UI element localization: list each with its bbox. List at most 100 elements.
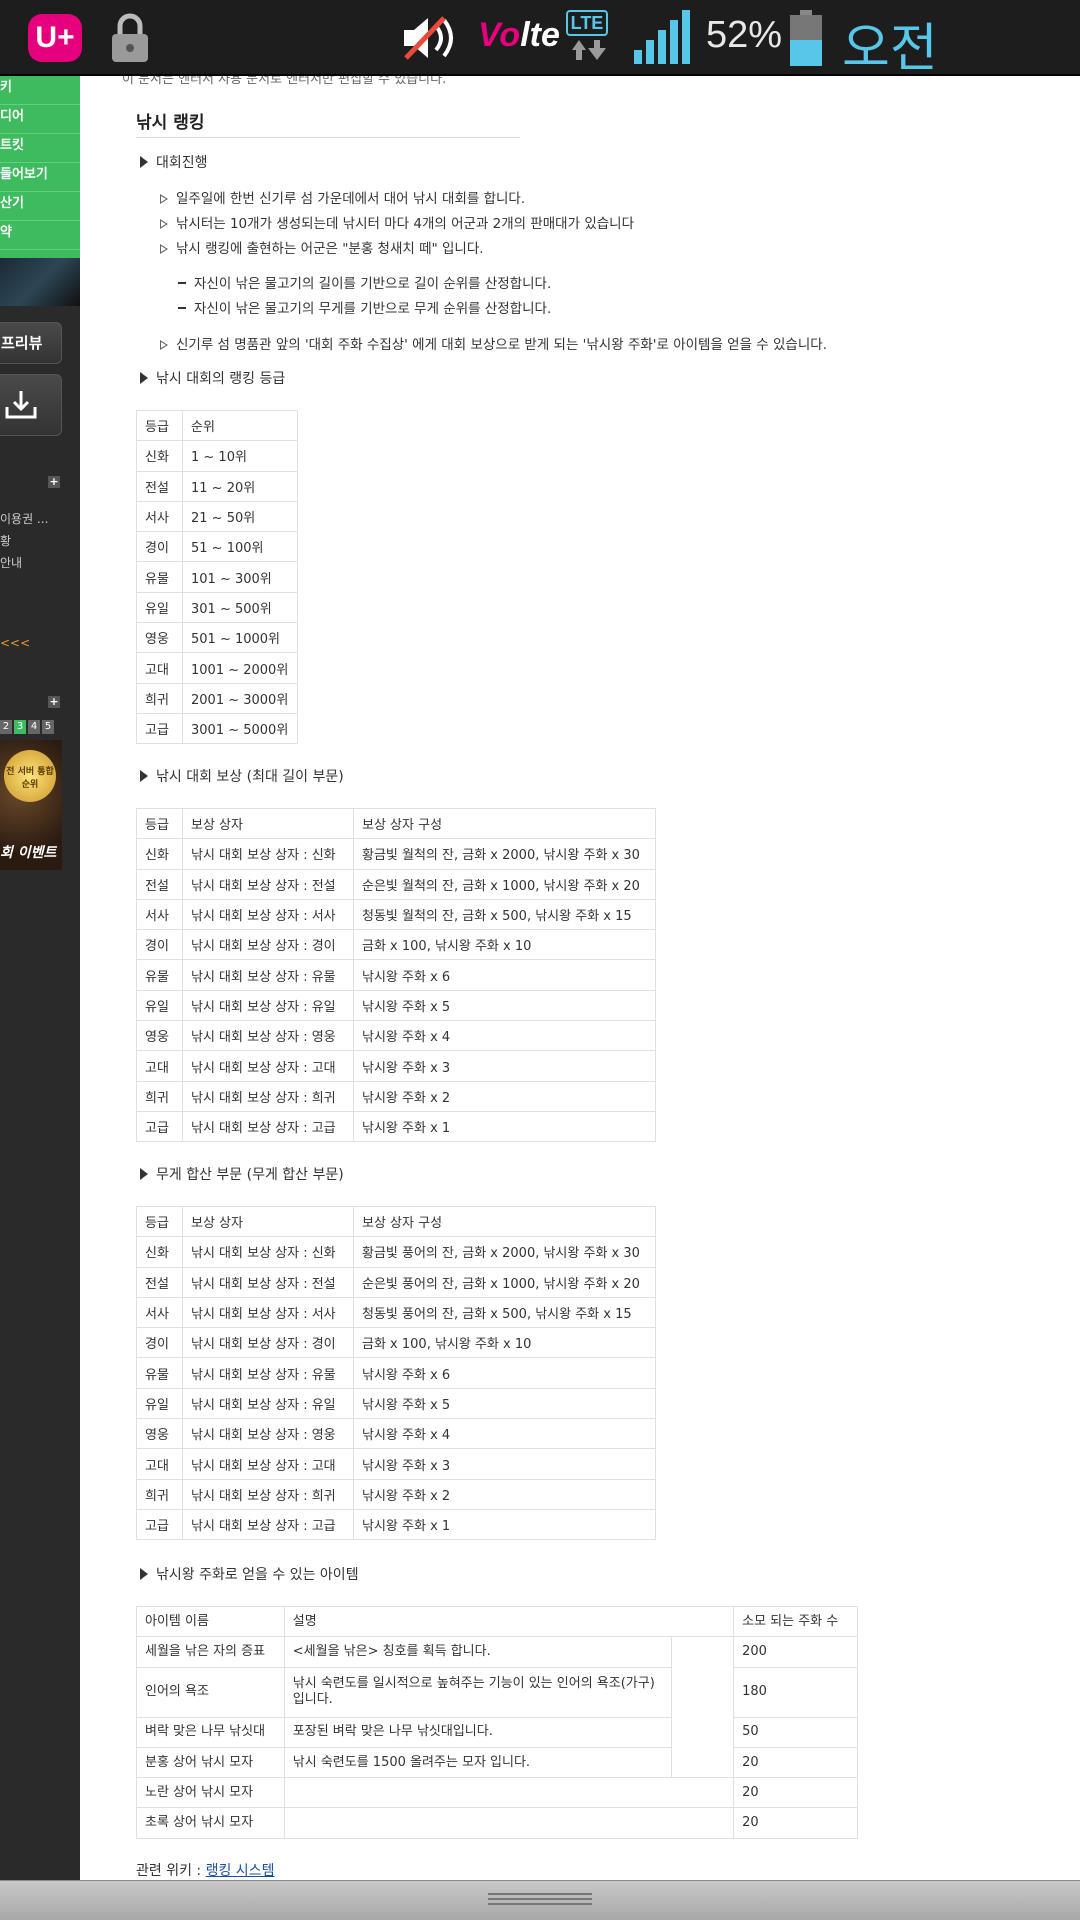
download-button[interactable] — [0, 374, 62, 436]
table-row: 유일 낚시 대회 보상 상자 : 유일 낚시왕 주화 x 5 — [136, 989, 656, 1022]
side-menu-item[interactable]: 디어 — [0, 105, 80, 134]
table-header-row: 아이템 이름 설명 소모 되는 주화 수 — [136, 1605, 858, 1638]
event-medal: 전 서버 통합 순위 — [4, 750, 56, 802]
table-cell: 낚시 대회 보상 상자 : 신화 — [182, 1236, 354, 1268]
table-cell: 유물 — [136, 959, 183, 991]
table-cell: 청동빛 풍어의 잔, 금화 x 500, 낚시왕 주화 x 15 — [353, 1296, 656, 1329]
table-cell: 낚시왕 주화 x 2 — [353, 1080, 656, 1112]
arrow-icon — [160, 244, 168, 254]
table-cell: 낚시 대회 보상 상자 : 영웅 — [182, 1020, 354, 1052]
table-cell: 낚시 대회 보상 상자 : 고대 — [182, 1050, 354, 1082]
arrow-icon — [140, 1568, 148, 1580]
table-cell: 21 ~ 50위 — [182, 500, 298, 533]
section-heading: 낚시왕 주화로 얻을 수 있는 아이템 — [140, 1564, 359, 1584]
table-cell: 200 — [733, 1636, 858, 1668]
table-cell: 낚시 대회 보상 상자 : 경이 — [182, 1327, 354, 1359]
table-cell: 고급 — [136, 712, 183, 745]
carrier-logo: U+ — [28, 14, 82, 62]
table-row: 희귀 낚시 대회 보상 상자 : 희귀 낚시왕 주화 x 2 — [136, 1478, 656, 1510]
table-header: 보상 상자 구성 — [353, 807, 656, 840]
side-banner-image[interactable] — [0, 258, 80, 306]
status-bar: U+ Volte LTE 52% 오전 10:14 — [0, 0, 1080, 140]
table-cell: 영웅 — [136, 1020, 183, 1052]
table-cell: 영웅 — [136, 1418, 183, 1450]
table-cell: 낚시 대회 보상 상자 : 신화 — [182, 838, 354, 870]
expand-plus-icon[interactable]: + — [48, 476, 60, 488]
side-menu-item[interactable]: 키 — [0, 76, 80, 105]
table-cell: 2001 ~ 3000위 — [182, 682, 298, 714]
table-row: 경이 낚시 대회 보상 상자 : 경이 금화 x 100, 낚시왕 주화 x 10 — [136, 929, 656, 961]
table-row: 서사 21 ~ 50위 — [136, 500, 298, 533]
side-menu-item[interactable]: 들어보기 — [0, 163, 80, 192]
table-cell: 낚시 대회 보상 상자 : 유일 — [182, 989, 354, 1022]
weight-reward-table: 등급 보상 상자 보상 상자 구성 신화 낚시 대회 보상 상자 : 신화 황금빛 풍어의… — [136, 1205, 656, 1541]
table-cell: 청동빛 월척의 잔, 금화 x 500, 낚시왕 주화 x 15 — [353, 898, 656, 931]
side-link[interactable]: 이용권 ... — [0, 508, 48, 530]
page-button[interactable]: 4 — [28, 720, 40, 734]
table-cell: 낚시 대회 보상 상자 : 경이 — [182, 929, 354, 961]
table-cell: 신화 — [136, 838, 183, 870]
side-link[interactable]: 안내 — [0, 552, 48, 574]
event-banner[interactable]: 전 서버 통합 순위 회 이벤트 — [0, 740, 62, 870]
side-menu-item[interactable]: 트킷 — [0, 134, 80, 163]
drag-handle-icon[interactable] — [488, 1893, 592, 1909]
table-header-row: 등급 순위 — [136, 409, 298, 442]
table-cell — [283, 1807, 735, 1839]
volte-icon: Volte — [478, 16, 560, 54]
event-label: 회 이벤트 — [0, 845, 57, 861]
section-heading: 낚시 대회의 랭킹 등급 — [140, 368, 285, 388]
page-button[interactable]: 5 — [42, 720, 54, 734]
table-cell: 고급 — [136, 1508, 183, 1541]
table-row: 신화 낚시 대회 보상 상자 : 신화 황금빛 월척의 잔, 금화 x 2000, … — [136, 838, 656, 870]
pagination: 2 3 4 5 — [0, 720, 54, 734]
expand-plus-icon[interactable]: + — [48, 696, 60, 708]
table-cell: 51 ~ 100위 — [182, 531, 298, 563]
table-cell: 낚시왕 주화 x 1 — [353, 1110, 656, 1143]
table-row: 희귀 2001 ~ 3000위 — [136, 682, 298, 714]
table-cell: 경이 — [136, 1327, 183, 1359]
table-cell: 황금빛 풍어의 잔, 금화 x 2000, 낚시왕 주화 x 30 — [353, 1236, 656, 1268]
more-link[interactable]: <<< — [0, 636, 30, 650]
table-cell: 501 ~ 1000위 — [182, 622, 298, 654]
table-cell: 20 — [733, 1746, 858, 1779]
table-cell: 낚시 대회 보상 상자 : 고급 — [182, 1508, 354, 1541]
page-button[interactable]: 2 — [0, 720, 12, 734]
table-row: 영웅 501 ~ 1000위 — [136, 622, 298, 654]
side-link[interactable]: 황 — [0, 530, 48, 552]
table-row: 전설 낚시 대회 보상 상자 : 전설 순은빛 풍어의 잔, 금화 x 1000, … — [136, 1266, 656, 1298]
battery-percent: 52% — [706, 14, 783, 56]
table-header: 아이템 이름 — [136, 1605, 285, 1638]
table-header: 등급 — [136, 1205, 183, 1238]
table-cell: 신화 — [136, 440, 183, 472]
section-heading: 무게 합산 부문 (무게 합산 부문) — [140, 1164, 344, 1184]
table-cell: 유일 — [136, 591, 183, 624]
signal-icon — [634, 10, 690, 64]
table-cell: 유물 — [136, 561, 183, 593]
table-cell: 고대 — [136, 652, 183, 684]
table-cell: 낚시왕 주화 x 6 — [353, 1357, 656, 1389]
table-cell: 낚시왕 주화 x 3 — [353, 1050, 656, 1082]
table-cell: 유일 — [136, 1387, 183, 1420]
table-cell: 황금빛 월척의 잔, 금화 x 2000, 낚시왕 주화 x 30 — [353, 838, 656, 870]
table-row: 고급 3001 ~ 5000위 — [136, 712, 298, 745]
table-row: 영웅 낚시 대회 보상 상자 : 영웅 낚시왕 주화 x 4 — [136, 1418, 656, 1450]
table-cell: 고대 — [136, 1448, 183, 1480]
side-menu-item[interactable]: 산기 — [0, 192, 80, 221]
page-button[interactable]: 3 — [14, 720, 26, 734]
bullet-item: 신기루 섬 명품관 앞의 '대회 주화 수집상' 에게 대회 보상으로 받게 되… — [160, 333, 827, 353]
table-cell: 서사 — [136, 898, 183, 931]
arrow-icon — [140, 770, 148, 782]
review-button[interactable]: 프리뷰 — [0, 322, 62, 364]
table-cell: 신화 — [136, 1236, 183, 1268]
table-cell: 고대 — [136, 1050, 183, 1082]
lock-icon — [112, 13, 148, 62]
related-wiki-link[interactable]: 랭킹 시스템 — [206, 1863, 275, 1879]
table-cell: 3001 ~ 5000위 — [182, 712, 298, 745]
table-cell: 금화 x 100, 낚시왕 주화 x 10 — [353, 929, 656, 961]
table-cell: 낚시 대회 보상 상자 : 고대 — [182, 1448, 354, 1480]
table-cell: 20 — [733, 1777, 858, 1809]
related-wiki: 관련 위키 : 랭킹 시스템 — [136, 1863, 275, 1879]
side-menu-item[interactable]: 약 — [0, 221, 80, 250]
table-row: 희귀 낚시 대회 보상 상자 : 희귀 낚시왕 주화 x 2 — [136, 1080, 656, 1112]
arrow-icon — [160, 194, 168, 204]
